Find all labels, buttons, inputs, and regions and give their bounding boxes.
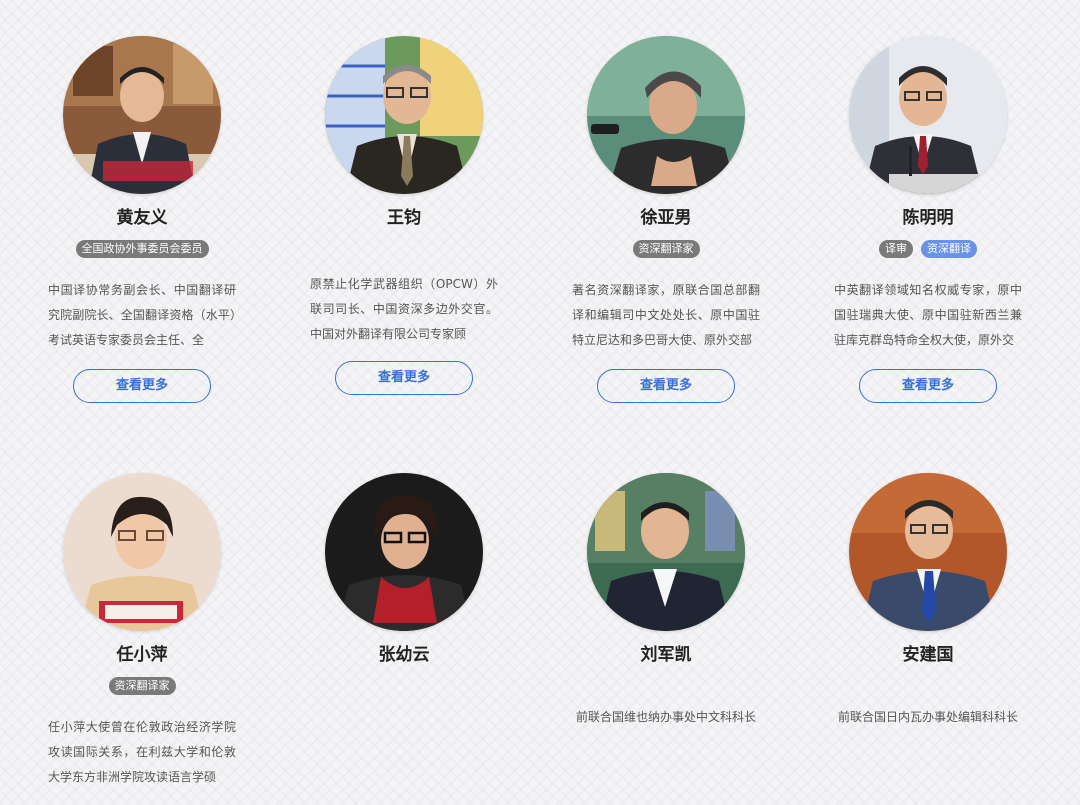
view-more-button[interactable]: 查看更多 bbox=[335, 361, 473, 395]
expert-card-1: 黄友义 全国政协外事委员会委员 中国译协常务副会长、中国翻译研究院副院长、全国翻… bbox=[11, 36, 273, 403]
expert-card-4: 陈明明 译审 资深翻译 中英翻译领域知名权威专家，原中国驻瑞典大使、原中国驻新西… bbox=[797, 36, 1059, 403]
avatar[interactable] bbox=[325, 473, 483, 631]
title-badge: 译审 bbox=[879, 240, 913, 258]
title-badge: 全国政协外事委员会委员 bbox=[75, 240, 209, 258]
title-badge: 资深翻译家 bbox=[632, 240, 700, 258]
avatar[interactable] bbox=[849, 473, 1007, 631]
portrait-photo bbox=[63, 36, 221, 194]
avatar[interactable] bbox=[587, 473, 745, 631]
tag-list: 资深翻译家 bbox=[11, 677, 273, 697]
portrait-photo bbox=[849, 36, 1007, 194]
expert-card-6: 张幼云 bbox=[273, 473, 535, 697]
portrait-photo bbox=[587, 36, 745, 194]
view-more-button[interactable]: 查看更多 bbox=[859, 369, 997, 403]
title-badge: 资深翻译家 bbox=[108, 677, 176, 695]
title-badge: 资深翻译 bbox=[921, 240, 977, 258]
portrait-photo bbox=[63, 473, 221, 631]
view-more-button[interactable]: 查看更多 bbox=[597, 369, 735, 403]
expert-description: 著名资深翻译家，原联合国总部翻译和编辑司中文处处长、原中国驻特立尼达和多巴哥大使… bbox=[572, 283, 760, 347]
tag-list: 译审 资深翻译 bbox=[797, 240, 1059, 260]
avatar[interactable] bbox=[63, 36, 221, 194]
expert-card-8: 安建国 前联合国日内瓦办事处编辑科科长 bbox=[797, 473, 1059, 735]
expert-name: 张幼云 bbox=[378, 645, 430, 665]
expert-description: 前联合国维也纳办事处中文科科长 bbox=[575, 710, 756, 724]
expert-card-7: 刘军凯 前联合国维也纳办事处中文科科长 bbox=[535, 473, 797, 735]
avatar[interactable] bbox=[63, 473, 221, 631]
expert-card-3: 徐亚男 资深翻译家 著名资深翻译家，原联合国总部翻译和编辑司中文处处长、原中国驻… bbox=[535, 36, 797, 403]
view-more-button[interactable]: 查看更多 bbox=[73, 369, 211, 403]
expert-description: 中英翻译领域知名权威专家，原中国驻瑞典大使、原中国驻新西兰兼驻库克群岛特命全权大… bbox=[834, 283, 1022, 347]
expert-description: 原禁止化学武器组织（OPCW）外联司司长、中国资深多边外交官。中国对外翻译有限公… bbox=[310, 277, 498, 341]
portrait-photo bbox=[325, 473, 483, 631]
tag-list bbox=[273, 240, 535, 260]
expert-name: 刘军凯 bbox=[640, 645, 692, 665]
expert-card-5: 任小萍 资深翻译家 任小萍大使曾在伦敦政治经济学院攻读国际关系，在利兹大学和伦敦… bbox=[11, 473, 273, 790]
tag-list bbox=[273, 677, 535, 697]
tag-list: 资深翻译家 bbox=[535, 240, 797, 260]
expert-description: 中国译协常务副会长、中国翻译研究院副院长、全国翻译资格（水平）考试英语专家委员会… bbox=[48, 283, 236, 347]
expert-description: 前联合国日内瓦办事处编辑科科长 bbox=[837, 710, 1018, 724]
expert-name: 徐亚男 bbox=[640, 208, 692, 228]
avatar[interactable] bbox=[849, 36, 1007, 194]
expert-name: 王钧 bbox=[387, 208, 421, 228]
expert-name: 任小萍 bbox=[116, 645, 168, 665]
avatar[interactable] bbox=[587, 36, 745, 194]
expert-name: 安建国 bbox=[902, 645, 954, 665]
portrait-photo bbox=[325, 36, 483, 194]
expert-card-2: 王钧 原禁止化学武器组织（OPCW）外联司司长、中国资深多边外交官。中国对外翻译… bbox=[273, 36, 535, 395]
portrait-photo bbox=[849, 473, 1007, 631]
avatar[interactable] bbox=[325, 36, 483, 194]
expert-name: 黄友义 bbox=[116, 208, 168, 228]
tag-list: 全国政协外事委员会委员 bbox=[11, 240, 273, 260]
expert-description: 任小萍大使曾在伦敦政治经济学院攻读国际关系，在利兹大学和伦敦大学东方非洲学院攻读… bbox=[48, 720, 236, 784]
expert-name: 陈明明 bbox=[902, 208, 954, 228]
portrait-photo bbox=[587, 473, 745, 631]
